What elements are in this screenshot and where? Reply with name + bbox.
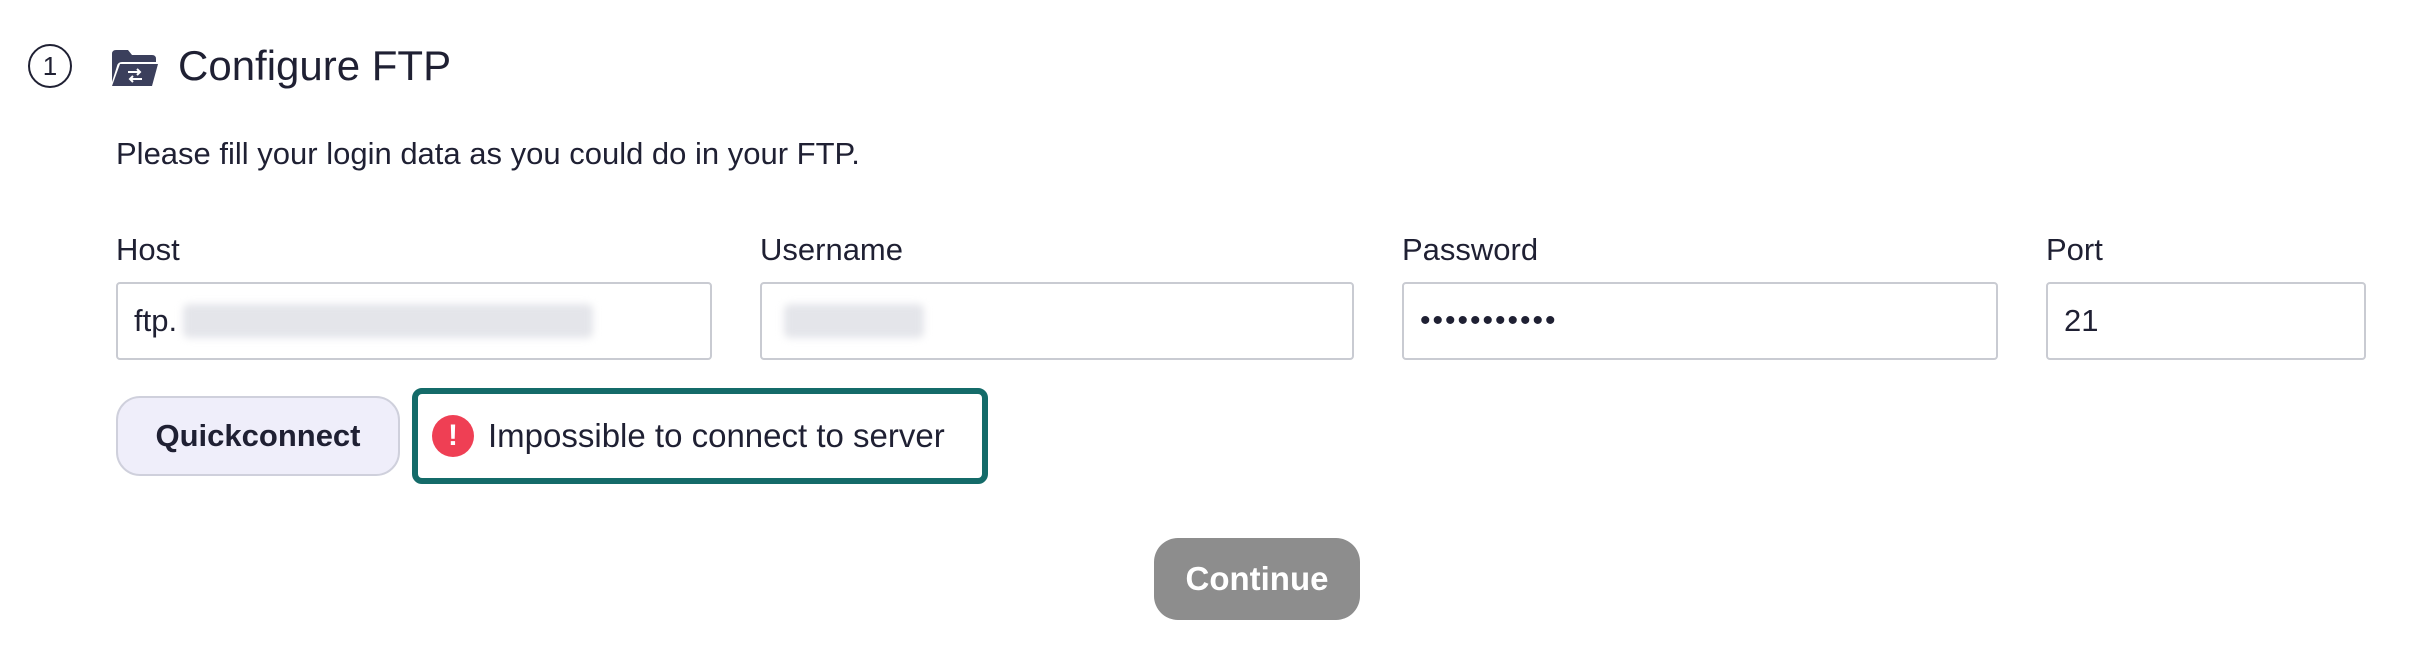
username-redacted-value	[784, 304, 924, 338]
host-label: Host	[116, 232, 180, 267]
quickconnect-button[interactable]: Quickconnect	[116, 396, 400, 476]
folder-sync-icon	[112, 50, 158, 86]
continue-button[interactable]: Continue	[1154, 538, 1360, 620]
instructions-text: Please fill your login data as you could…	[116, 136, 860, 171]
username-field-group: Username	[760, 230, 1354, 360]
connection-error-alert: ! Impossible to connect to server	[412, 388, 988, 484]
password-input[interactable]: •••••••••••	[1402, 282, 1998, 360]
ftp-config-panel: 1 Configure FTP Please fill your login d…	[0, 0, 2418, 658]
page-title: Configure FTP	[178, 42, 452, 89]
port-label: Port	[2046, 232, 2103, 267]
password-value: •••••••••••	[1420, 304, 1558, 337]
password-label: Password	[1402, 232, 1539, 267]
step-number-badge: 1	[28, 44, 72, 88]
password-field-group: Password •••••••••••	[1402, 230, 1998, 360]
port-input[interactable]: 21	[2046, 282, 2366, 360]
error-message: Impossible to connect to server	[488, 417, 945, 454]
username-label: Username	[760, 232, 903, 267]
port-value: 21	[2064, 303, 2099, 338]
host-redacted-value	[183, 304, 594, 338]
port-field-group: Port 21	[2046, 230, 2366, 360]
username-input[interactable]	[760, 282, 1354, 360]
host-value-prefix: ftp.	[134, 303, 178, 338]
exclamation-circle-icon: !	[432, 415, 474, 457]
host-field-group: Host ftp.	[116, 230, 712, 360]
host-input[interactable]: ftp.	[116, 282, 712, 360]
step-number: 1	[42, 51, 58, 81]
